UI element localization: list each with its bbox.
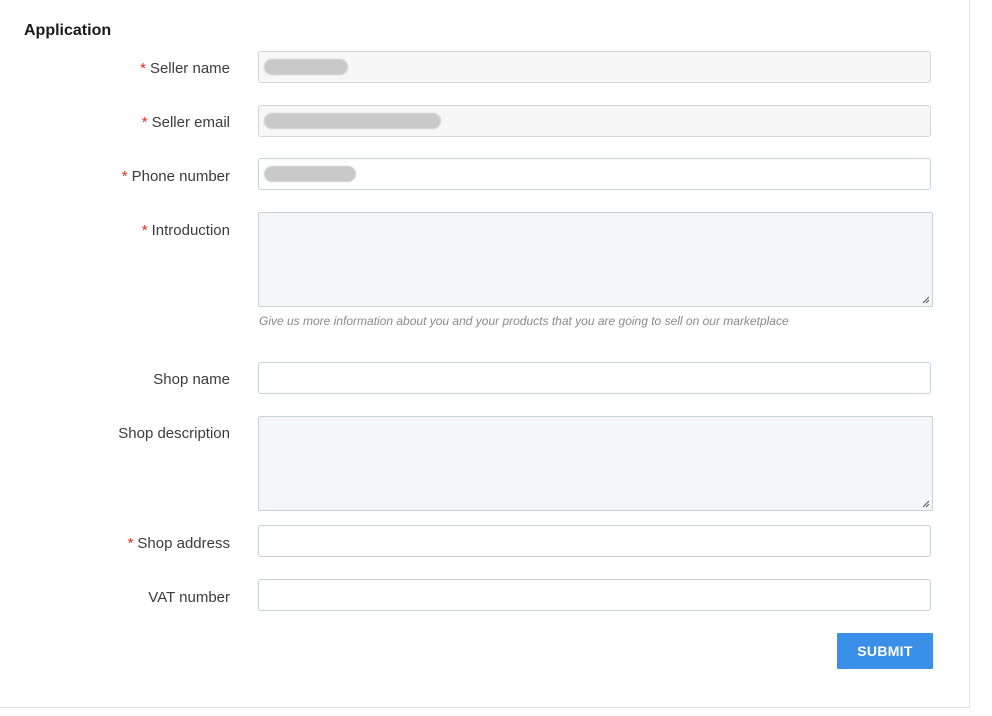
seller-email-label-text: Seller email [151,114,230,131]
phone-number-label: * Phone number [122,168,230,185]
phone-number-field[interactable] [258,158,931,190]
resize-handle-icon[interactable] [922,500,930,508]
required-marker: * [141,222,148,239]
required-marker: * [121,168,128,185]
required-marker: * [141,114,148,131]
shop-name-label: Shop name [153,371,230,388]
seller-name-field[interactable] [258,51,931,83]
shop-name-label-text: Shop name [153,371,230,388]
seller-email-field[interactable] [258,105,931,137]
application-panel: Application * Seller name * Seller email *… [0,0,970,708]
seller-email-label: * Seller email [142,114,230,131]
vat-number-label-text: VAT number [148,589,230,606]
required-marker: * [127,535,134,552]
seller-name-label: * Seller name [140,60,230,77]
seller-name-label-text: Seller name [149,60,230,77]
shop-description-label: Shop description [118,425,230,442]
section-title: Application [24,22,112,39]
vat-number-label: VAT number [148,589,230,606]
redacted-value [264,166,356,182]
introduction-label-text: Introduction [151,222,230,239]
shop-address-label-text: Shop address [137,535,230,552]
vat-number-field[interactable] [258,579,931,611]
required-marker: * [140,60,146,77]
submit-button[interactable]: SUBMIT [837,633,933,669]
shop-description-textarea[interactable] [258,416,933,511]
introduction-textarea[interactable] [258,212,933,307]
shop-address-field[interactable] [258,525,931,557]
redacted-value [264,113,441,129]
introduction-hint: Give us more information about you and y… [259,314,789,328]
phone-number-label-text: Phone number [131,168,230,185]
shop-name-field[interactable] [258,362,931,394]
shop-address-label: * Shop address [128,535,230,552]
shop-description-label-text: Shop description [118,425,230,442]
redacted-value [264,59,348,75]
resize-handle-icon[interactable] [922,296,930,304]
introduction-label: * Introduction [142,222,230,239]
